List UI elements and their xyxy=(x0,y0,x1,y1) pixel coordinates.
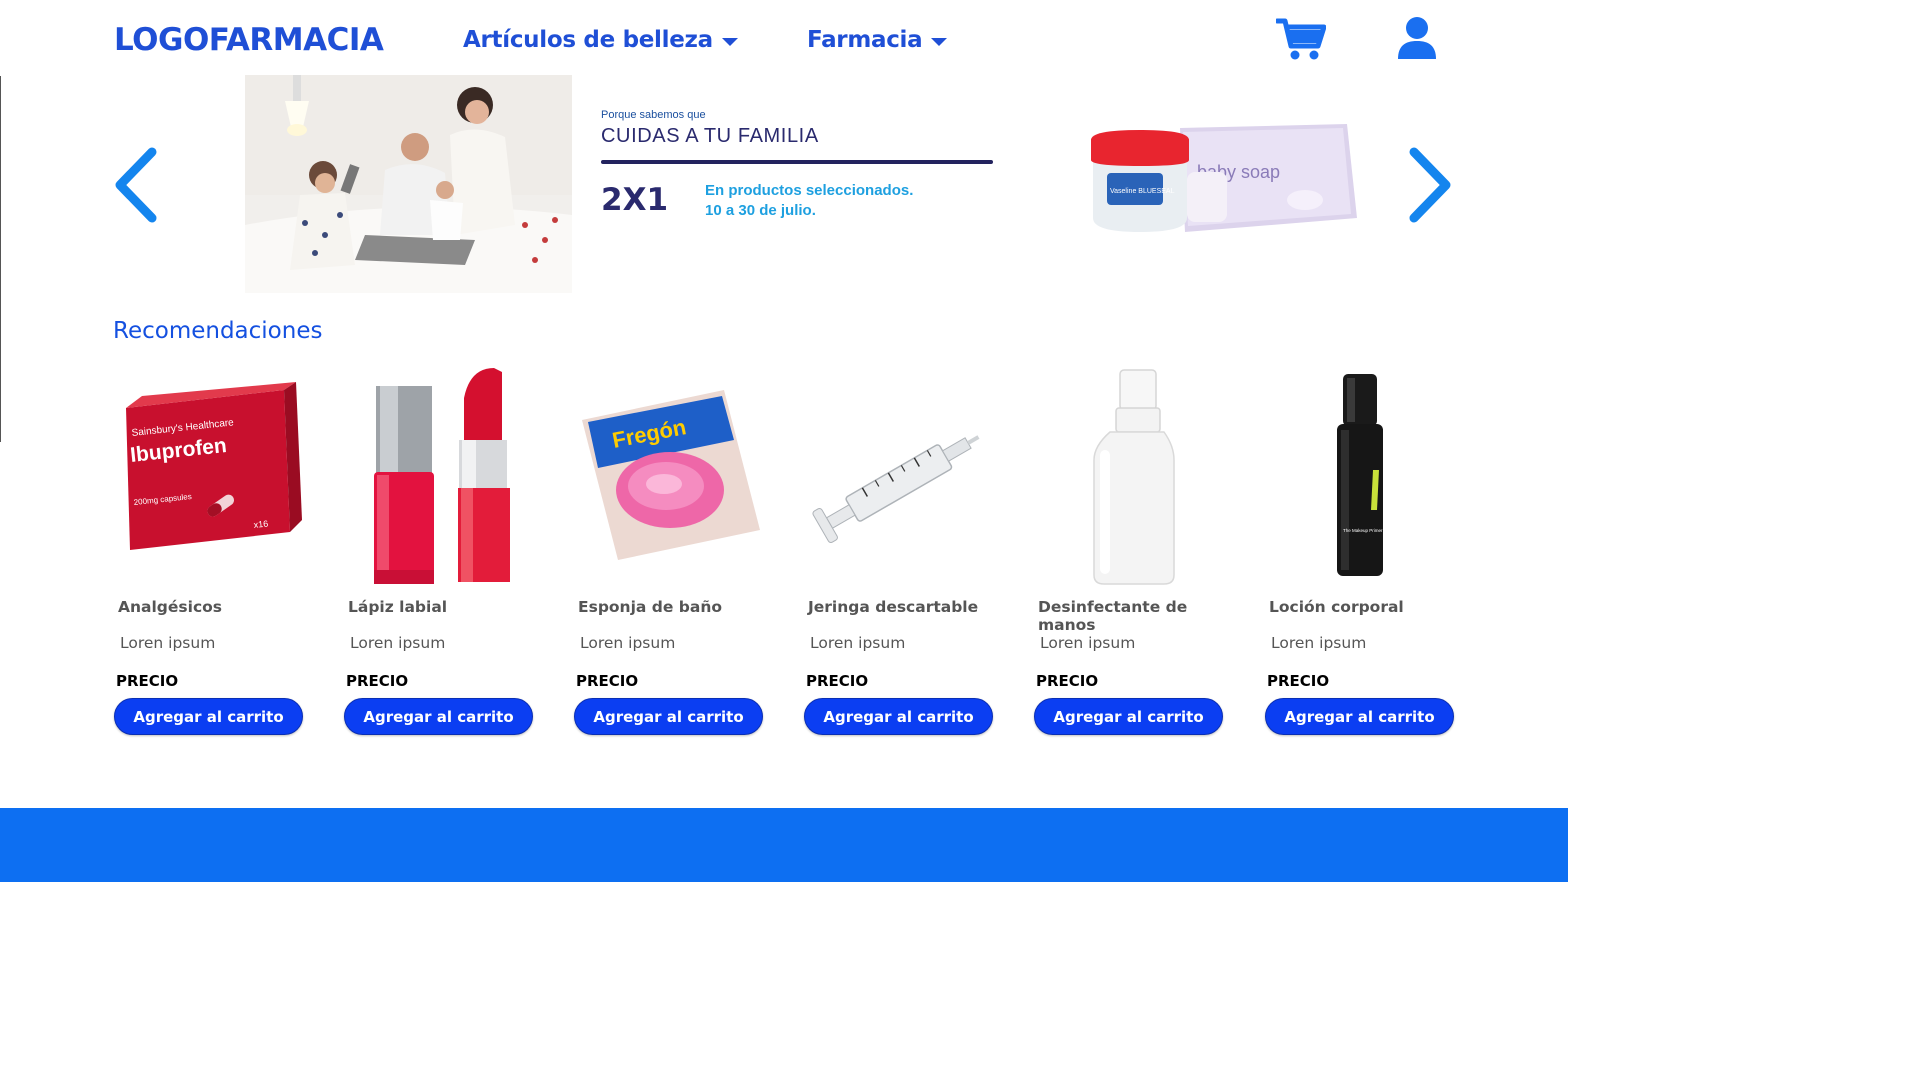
page-root: LOGOFARMACIA Artículos de belleza Farmac… xyxy=(0,0,1568,882)
product-name: Lápiz labial xyxy=(348,598,448,616)
banner-products-image: baby soap Vaseline BLUESEAL xyxy=(1085,118,1365,240)
add-to-cart-button[interactable]: Agregar al carrito xyxy=(804,698,993,735)
product-name: Jeringa descartable xyxy=(808,598,979,616)
chevron-left-icon[interactable] xyxy=(110,146,162,229)
product-image-syringe[interactable] xyxy=(804,360,1004,590)
nav-label: Artículos de belleza xyxy=(463,27,713,53)
product-name: Esponja de baño xyxy=(578,598,723,616)
banner-offer: 2X1 xyxy=(601,182,669,218)
product-name: Desinfectante de manos xyxy=(1038,598,1188,634)
product-card: Lápiz labial Loren ipsum PRECIO Agregar … xyxy=(344,360,544,740)
ibuprofen-count: x16 xyxy=(253,519,268,530)
cart-icon[interactable] xyxy=(1274,16,1327,67)
product-image-lipstick[interactable] xyxy=(344,360,544,590)
site-logo[interactable]: LOGOFARMACIA xyxy=(114,22,384,58)
vaseline-label: Vaseline BLUESEAL xyxy=(1110,188,1175,195)
banner-divider xyxy=(601,160,993,164)
product-description: Loren ipsum xyxy=(1271,634,1367,652)
nav-label: Farmacia xyxy=(807,27,923,53)
family-photo xyxy=(245,75,572,293)
product-name: Loción corporal xyxy=(1269,598,1404,616)
product-description: Loren ipsum xyxy=(810,634,906,652)
chevron-right-icon[interactable] xyxy=(1404,146,1456,229)
product-card: Fregón Esponja de baño Loren ipsum PRECI… xyxy=(574,360,774,740)
product-price: PRECIO xyxy=(1267,672,1330,690)
nav-farmacia[interactable]: Farmacia xyxy=(807,27,948,53)
product-card: Sainsbury's Healthcare Ibuprofen 200mg c… xyxy=(114,360,314,740)
product-card: Desinfectante de manos Loren ipsum PRECI… xyxy=(1034,360,1234,740)
product-card: Jeringa descartable Loren ipsum PRECIO A… xyxy=(804,360,1004,740)
product-image-black-spray[interactable]: The Makeup Primer Spray xyxy=(1265,360,1465,590)
product-description: Loren ipsum xyxy=(350,634,446,652)
banner-desc-line2: 10 a 30 de julio. xyxy=(705,202,816,219)
recommendations-title: Recomendaciones xyxy=(113,318,323,344)
product-name: Analgésicos xyxy=(118,598,223,616)
add-to-cart-button[interactable]: Agregar al carrito xyxy=(344,698,533,735)
add-to-cart-button[interactable]: Agregar al carrito xyxy=(574,698,763,735)
product-image-ibuprofen[interactable]: Sainsbury's Healthcare Ibuprofen 200mg c… xyxy=(114,360,314,590)
product-image-spray-bottle[interactable] xyxy=(1034,360,1234,590)
caret-down-icon xyxy=(931,38,948,46)
primer-label: The Makeup Primer Spray xyxy=(1343,528,1396,533)
add-to-cart-button[interactable]: Agregar al carrito xyxy=(1034,698,1223,735)
product-description: Loren ipsum xyxy=(1040,634,1136,652)
nav-articulos-belleza[interactable]: Artículos de belleza xyxy=(463,27,738,53)
product-price: PRECIO xyxy=(116,672,179,690)
product-description: Loren ipsum xyxy=(580,634,676,652)
banner-description: En productos seleccionados. 10 a 30 de j… xyxy=(705,181,913,221)
footer-bar xyxy=(0,808,1568,882)
product-description: Loren ipsum xyxy=(120,634,216,652)
add-to-cart-button[interactable]: Agregar al carrito xyxy=(114,698,303,735)
banner-title: CUIDAS A TU FAMILIA xyxy=(601,125,819,147)
product-card: The Makeup Primer Spray Loción corporal … xyxy=(1265,360,1465,740)
product-price: PRECIO xyxy=(1036,672,1099,690)
product-image-sponge[interactable]: Fregón xyxy=(574,360,774,590)
caret-down-icon xyxy=(721,38,738,46)
add-to-cart-button[interactable]: Agregar al carrito xyxy=(1265,698,1454,735)
product-price: PRECIO xyxy=(346,672,409,690)
product-price: PRECIO xyxy=(576,672,639,690)
user-icon[interactable] xyxy=(1397,16,1437,65)
product-price: PRECIO xyxy=(806,672,869,690)
left-edge-line xyxy=(0,76,1,442)
banner-subtitle: Porque sabemos que xyxy=(601,109,706,121)
banner-desc-line1: En productos seleccionados. xyxy=(705,182,914,199)
